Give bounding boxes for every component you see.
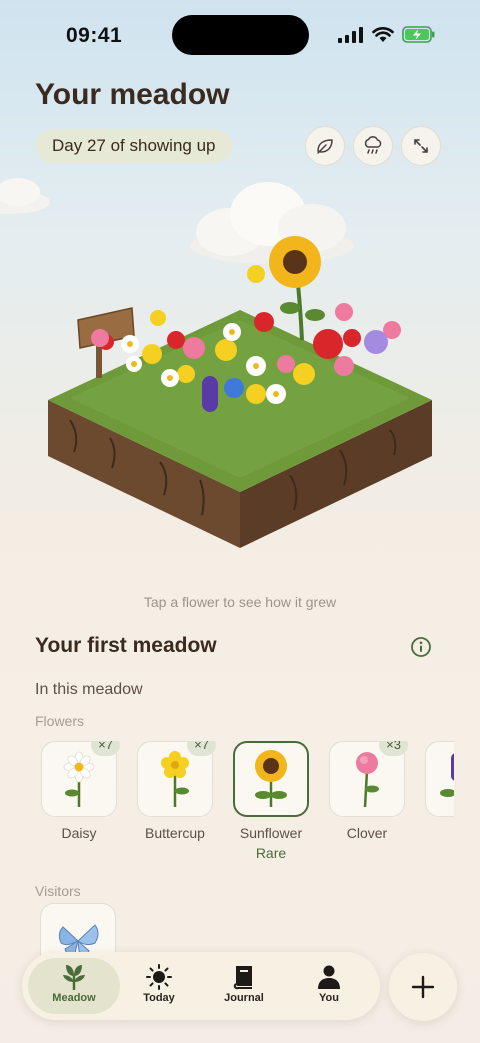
sprout-icon [63, 965, 85, 990]
flower-card-clover[interactable]: ×3 Clover [329, 741, 408, 841]
expand-button[interactable] [401, 126, 441, 166]
tab-label: Journal [224, 992, 264, 1004]
flower-card-partial[interactable]: Se [425, 741, 454, 841]
buttercup-icon [161, 751, 189, 807]
tab-journal[interactable]: Journal [198, 958, 290, 1014]
flower-thumb-selected [233, 741, 309, 817]
signal-icon [338, 26, 363, 43]
flower-name: Buttercup [145, 825, 205, 841]
meadow-scene[interactable] [0, 170, 480, 580]
person-icon [318, 965, 340, 989]
status-bar: 09:41 [0, 0, 480, 70]
scene-hint: Tap a flower to see how it grew [143, 594, 337, 610]
count-badge: ×3 [379, 741, 408, 756]
visitors-label: Visitors [35, 883, 81, 899]
flower-name: Se [425, 825, 454, 841]
bellflower-icon [440, 753, 454, 797]
plus-icon [411, 975, 435, 999]
rare-tag: Rare [255, 845, 287, 861]
add-button[interactable] [389, 953, 457, 1021]
rain-cloud-icon [364, 136, 382, 154]
flower-thumb: ×7 [41, 741, 120, 817]
status-icons [338, 26, 436, 43]
tab-today[interactable]: Today [113, 958, 205, 1014]
section-title: Your first meadow [35, 634, 217, 657]
flower-thumb: ×7 [137, 741, 216, 817]
day-streak-pill: Day 27 of showing up [36, 129, 232, 163]
daisy-icon [63, 751, 95, 807]
flower-thumb: ×3 [329, 741, 408, 817]
page-title: Your meadow [35, 78, 230, 111]
flower-card-buttercup[interactable]: ×7 Buttercup [137, 741, 216, 841]
leaf-button[interactable] [305, 126, 345, 166]
flower-card-sunflower[interactable]: Sunflower Rare [233, 741, 309, 861]
leaf-icon [317, 139, 333, 154]
clover-icon [356, 752, 379, 808]
tab-bar: Meadow Today Journal You [22, 952, 380, 1020]
tab-meadow[interactable]: Meadow [28, 958, 120, 1014]
tab-label: You [319, 992, 339, 1004]
wifi-icon [372, 26, 394, 42]
info-icon[interactable] [410, 636, 432, 658]
meadow-subtitle: In this meadow [35, 681, 143, 698]
count-badge: ×7 [91, 741, 120, 756]
dynamic-island [172, 15, 309, 55]
status-time: 09:41 [66, 24, 123, 47]
flowers-label: Flowers [35, 713, 85, 729]
flower-name: Daisy [61, 825, 97, 841]
weather-button[interactable] [353, 126, 393, 166]
sun-icon [146, 964, 172, 990]
tab-label: Today [143, 992, 175, 1004]
tab-label: Meadow [52, 992, 96, 1004]
battery-icon [402, 26, 435, 43]
tab-you[interactable]: You [283, 958, 375, 1014]
flower-card-daisy[interactable]: ×7 Daisy [41, 741, 120, 841]
flower-thumb [425, 741, 454, 817]
book-icon [233, 966, 252, 990]
flower-list[interactable]: ×7 Daisy ×7 Buttercup Sunflower Rare ×3 … [40, 741, 454, 866]
sunflower-icon [255, 750, 287, 807]
flower-name: Sunflower [239, 825, 303, 841]
sunflower[interactable] [269, 236, 325, 341]
count-badge: ×7 [187, 741, 216, 756]
expand-icon [414, 139, 428, 153]
flower-name: Clover [346, 825, 388, 841]
cloud-left [0, 178, 50, 214]
